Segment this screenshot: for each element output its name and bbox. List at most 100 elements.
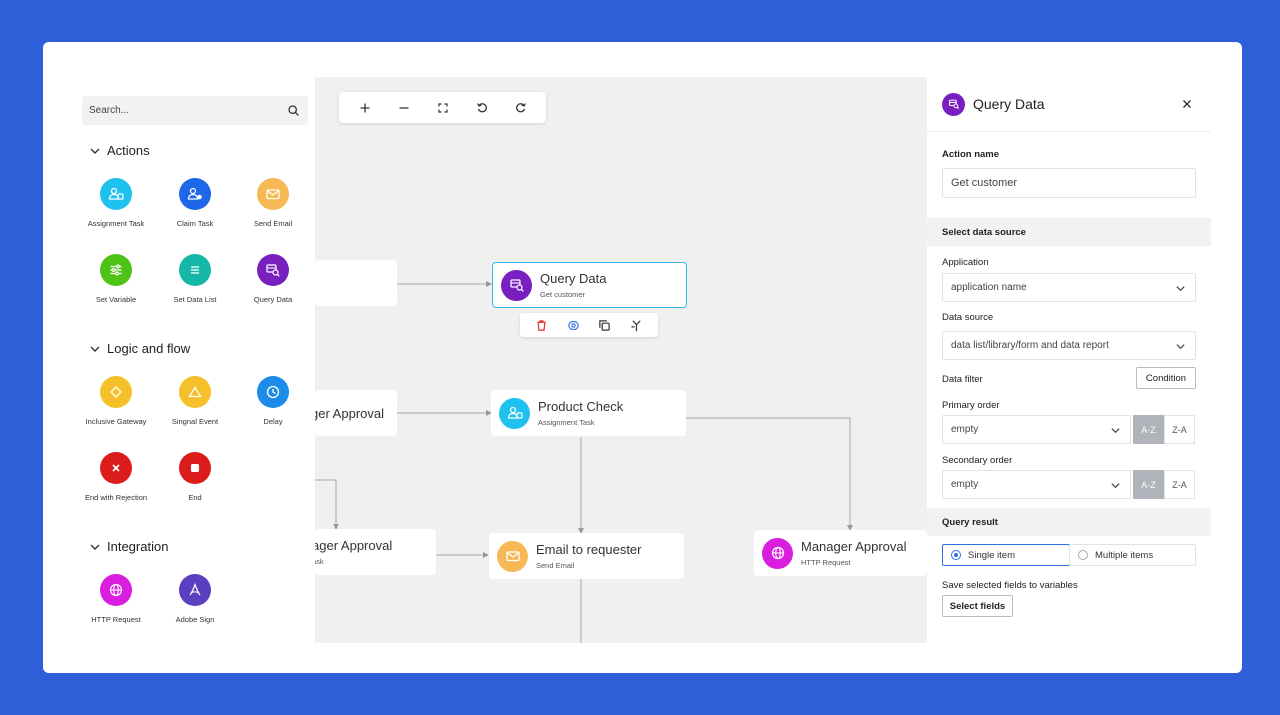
duplicate-node-button[interactable] xyxy=(595,315,615,335)
tool-adobe-sign[interactable]: Adobe Sign xyxy=(156,574,234,624)
adobe-sign-icon xyxy=(179,574,211,606)
list-icon xyxy=(179,254,211,286)
triangle-icon xyxy=(179,376,211,408)
tool-label: Singnal Event xyxy=(171,417,219,426)
workflow-canvas[interactable]: Query Data Get customer ger Approval Pro… xyxy=(315,77,927,643)
zoom-in-button[interactable] xyxy=(354,97,376,119)
connect-node-button[interactable] xyxy=(626,315,646,335)
node-settings-button[interactable] xyxy=(563,315,583,335)
mail-icon xyxy=(257,178,289,210)
primary-order-select[interactable]: empty xyxy=(942,415,1131,444)
workflow-node-product-check[interactable]: Product Check Assignment Task xyxy=(491,390,686,436)
minus-icon xyxy=(399,106,408,109)
node-subtitle: ask xyxy=(315,557,324,566)
section-title: Logic and flow xyxy=(107,341,191,356)
undo-button[interactable] xyxy=(471,97,493,119)
node-palette: Actions Assignment Task Claim Task Send … xyxy=(43,42,315,673)
tool-set-variable[interactable]: Set Variable xyxy=(77,254,155,304)
node-title: ager Approval xyxy=(315,538,393,553)
workflow-editor-card: Actions Assignment Task Claim Task Send … xyxy=(43,42,1242,673)
primary-order-label: Primary order xyxy=(942,400,1000,411)
search-icon[interactable] xyxy=(287,104,300,117)
node-title: Product Check xyxy=(538,399,624,414)
tool-set-data-list[interactable]: Set Data List xyxy=(156,254,234,304)
chevron-down-icon xyxy=(90,148,100,154)
panel-header: Query Data xyxy=(927,77,1211,132)
section-title: Integration xyxy=(107,539,169,554)
secondary-sort-desc-button[interactable]: Z-A xyxy=(1164,470,1195,499)
chevron-down-icon xyxy=(1111,428,1120,434)
workflow-node-query-data[interactable]: Query Data Get customer xyxy=(492,262,687,308)
primary-sort-asc-button[interactable]: A-Z xyxy=(1133,415,1164,444)
fit-screen-button[interactable] xyxy=(432,97,454,119)
workflow-node-manager-approval-partial-2[interactable]: ager Approval ask xyxy=(315,529,436,575)
chevron-down-icon xyxy=(90,544,100,550)
tool-end-with-rejection[interactable]: End with Rejection xyxy=(77,452,155,502)
workflow-node-partial[interactable] xyxy=(315,260,397,306)
redo-button[interactable] xyxy=(510,97,532,119)
section-heading: Query result xyxy=(942,517,998,528)
tool-label: HTTP Request xyxy=(91,615,141,624)
section-integration[interactable]: Integration xyxy=(89,539,168,554)
data-source-select[interactable]: data list/library/form and data report xyxy=(942,331,1196,360)
assignment-task-icon xyxy=(100,178,132,210)
tool-send-email[interactable]: Send Email xyxy=(234,178,312,228)
node-subtitle: HTTP Request xyxy=(801,558,851,567)
node-title: Manager Approval xyxy=(801,539,907,554)
tool-inclusive-gateway[interactable]: Inclusive Gateway xyxy=(77,376,155,426)
chevron-down-icon xyxy=(1176,286,1185,292)
query-result-section: Query result xyxy=(927,508,1211,536)
section-title: Actions xyxy=(107,143,150,158)
globe-icon xyxy=(762,537,793,569)
tool-delay[interactable]: Delay xyxy=(234,376,312,426)
tool-query-data[interactable]: Query Data xyxy=(234,254,312,304)
tool-http-request[interactable]: HTTP Request xyxy=(77,574,155,624)
secondary-order-select[interactable]: empty xyxy=(942,470,1131,499)
copy-icon xyxy=(599,319,610,331)
section-logic-and-flow[interactable]: Logic and flow xyxy=(89,341,190,356)
tool-label: End xyxy=(188,493,202,502)
panel-title: Query Data xyxy=(973,96,1045,112)
workflow-node-manager-approval-http[interactable]: Manager Approval HTTP Request xyxy=(754,530,927,576)
workflow-node-email-to-requester[interactable]: Email to requester Send Email xyxy=(489,533,684,579)
single-item-radio[interactable]: Single item xyxy=(942,544,1070,566)
select-fields-button[interactable]: Select fields xyxy=(942,595,1013,617)
delete-node-button[interactable] xyxy=(532,315,552,335)
select-value: empty xyxy=(951,479,979,490)
canvas-toolbar xyxy=(339,92,546,123)
node-subtitle: Get customer xyxy=(540,290,586,299)
tool-end[interactable]: End xyxy=(156,452,234,502)
section-heading: Select data source xyxy=(942,227,1026,238)
secondary-sort-asc-button[interactable]: A-Z xyxy=(1133,470,1164,499)
action-name-label: Action name xyxy=(942,149,1000,160)
application-label: Application xyxy=(942,257,989,268)
radio-dot xyxy=(1078,550,1088,560)
multiple-items-radio[interactable]: Multiple items xyxy=(1069,544,1196,566)
tool-signal-event[interactable]: Singnal Event xyxy=(156,376,234,426)
radio-label: Single item xyxy=(968,549,1015,561)
tool-label: Delay xyxy=(263,417,283,426)
chevron-down-icon xyxy=(1176,344,1185,350)
action-name-input[interactable]: Get customer xyxy=(942,168,1196,198)
data-source-label: Data source xyxy=(942,312,994,323)
diamond-icon xyxy=(100,376,132,408)
zoom-out-button[interactable] xyxy=(393,97,415,119)
chevron-down-icon xyxy=(90,346,100,352)
workflow-node-manager-approval-partial[interactable]: ger Approval xyxy=(315,390,397,436)
tool-assignment-task[interactable]: Assignment Task xyxy=(77,178,155,228)
section-actions[interactable]: Actions xyxy=(89,143,150,158)
x-icon xyxy=(100,452,132,484)
tool-claim-task[interactable]: Claim Task xyxy=(156,178,234,228)
fullscreen-icon xyxy=(437,102,448,113)
primary-sort-desc-button[interactable]: Z-A xyxy=(1164,415,1195,444)
close-icon[interactable] xyxy=(1181,98,1193,110)
condition-button[interactable]: Condition xyxy=(1136,367,1196,389)
search-input[interactable] xyxy=(82,96,272,125)
plus-icon xyxy=(360,103,369,112)
select-value: application name xyxy=(951,282,1027,293)
node-title: Email to requester xyxy=(536,542,642,557)
application-select[interactable]: application name xyxy=(942,273,1196,302)
data-source-section: Select data source xyxy=(927,218,1211,246)
palette-search xyxy=(82,96,308,125)
claim-task-icon xyxy=(179,178,211,210)
